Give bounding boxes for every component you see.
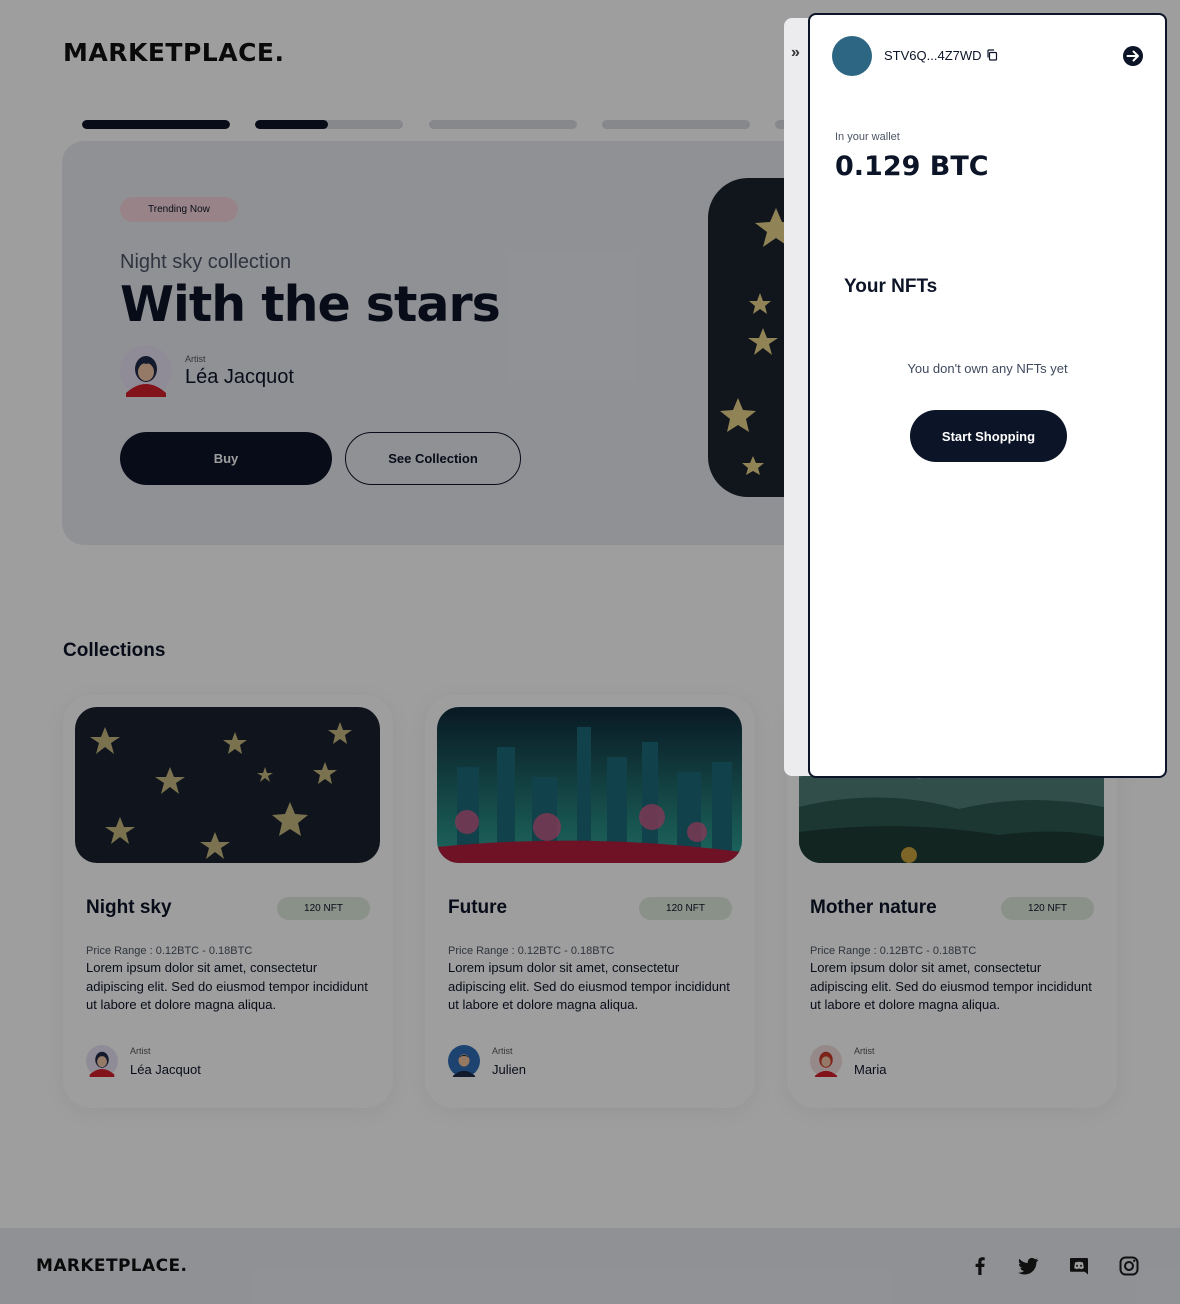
your-nfts-title: Your NFTs: [844, 276, 938, 297]
collapse-icon[interactable]: »: [791, 44, 800, 62]
wallet-balance: 0.129 BTC: [835, 151, 989, 182]
wallet-avatar: [832, 36, 872, 76]
empty-nfts-message: You don't own any NFTs yet: [907, 361, 1068, 376]
copy-icon[interactable]: [986, 49, 998, 61]
wallet-address: STV6Q...4Z7WD: [884, 48, 982, 63]
arrow-right-icon[interactable]: [1122, 45, 1144, 67]
wallet-panel: STV6Q...4Z7WD In your wallet 0.129 BTC Y…: [808, 13, 1167, 778]
balance-label: In your wallet: [835, 131, 900, 143]
start-shopping-button[interactable]: Start Shopping: [910, 410, 1067, 462]
